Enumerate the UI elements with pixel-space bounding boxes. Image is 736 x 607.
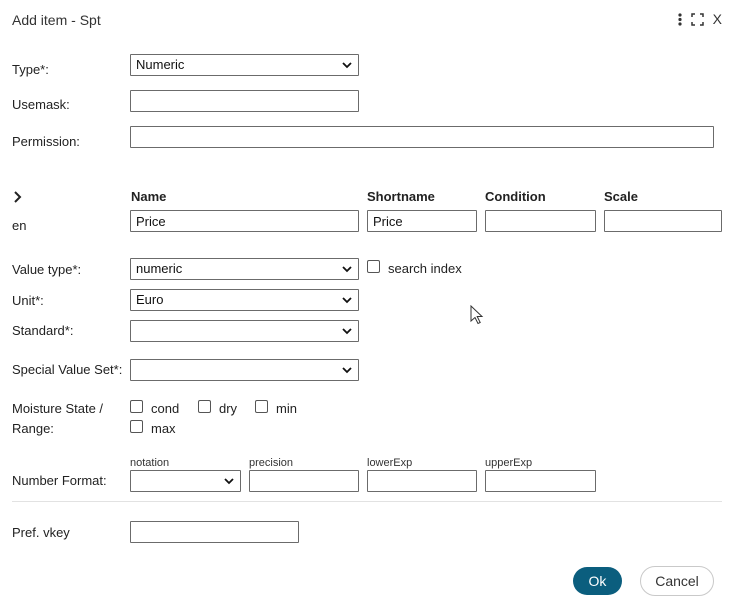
shortname-input[interactable] bbox=[367, 210, 477, 232]
more-vertical-icon[interactable] bbox=[678, 12, 682, 26]
upperexp-label: upperExp bbox=[485, 457, 533, 469]
permission-label: Permission: bbox=[12, 134, 80, 149]
notation-select[interactable] bbox=[130, 470, 241, 492]
unit-select[interactable]: Euro bbox=[130, 289, 359, 311]
value-type-select-value: numeric bbox=[136, 261, 183, 276]
chevron-down-icon bbox=[224, 478, 234, 485]
type-label: Type*: bbox=[12, 62, 49, 77]
moisture-label-line1: Moisture State / bbox=[12, 401, 104, 416]
standard-label: Standard*: bbox=[12, 323, 74, 338]
expand-chevron-icon[interactable] bbox=[13, 191, 23, 206]
standard-select[interactable] bbox=[130, 320, 359, 342]
pref-vkey-input[interactable] bbox=[130, 521, 299, 543]
moisture-min-checkbox[interactable] bbox=[255, 400, 268, 413]
lowerexp-input[interactable] bbox=[367, 470, 477, 492]
moisture-min-label: min bbox=[276, 401, 297, 416]
close-button[interactable]: X bbox=[713, 11, 722, 27]
permission-input[interactable] bbox=[130, 126, 714, 148]
search-index-checkbox[interactable] bbox=[367, 260, 380, 273]
upperexp-input[interactable] bbox=[485, 470, 596, 492]
col-header-scale: Scale bbox=[604, 189, 638, 204]
chevron-down-icon bbox=[342, 62, 352, 69]
scale-input[interactable] bbox=[604, 210, 722, 232]
lowerexp-label: lowerExp bbox=[367, 457, 413, 469]
language-code: en bbox=[12, 218, 27, 233]
header-actions: X bbox=[678, 11, 722, 27]
ok-button[interactable]: Ok bbox=[573, 567, 622, 595]
moisture-label-line2: Range: bbox=[12, 421, 54, 436]
moisture-max-checkbox[interactable] bbox=[130, 420, 143, 433]
divider bbox=[12, 501, 722, 502]
cancel-button[interactable]: Cancel bbox=[640, 566, 714, 596]
chevron-down-icon bbox=[342, 328, 352, 335]
moisture-cond-checkbox[interactable] bbox=[130, 400, 143, 413]
col-header-shortname: Shortname bbox=[367, 189, 435, 204]
precision-input[interactable] bbox=[249, 470, 359, 492]
value-type-select[interactable]: numeric bbox=[130, 258, 359, 280]
name-input[interactable] bbox=[130, 210, 359, 232]
col-header-name: Name bbox=[131, 189, 167, 204]
chevron-down-icon bbox=[342, 367, 352, 374]
notation-label: notation bbox=[130, 457, 170, 469]
moisture-dry-checkbox[interactable] bbox=[198, 400, 211, 413]
col-header-condition: Condition bbox=[485, 189, 546, 204]
dialog-title: Add item - Spt bbox=[12, 12, 101, 28]
type-select[interactable]: Numeric bbox=[130, 54, 359, 76]
special-value-set-select[interactable] bbox=[130, 359, 359, 381]
unit-label: Unit*: bbox=[12, 293, 44, 308]
unit-select-value: Euro bbox=[136, 292, 164, 307]
chevron-down-icon bbox=[342, 297, 352, 304]
value-type-label: Value type*: bbox=[12, 262, 82, 277]
moisture-dry-label: dry bbox=[219, 401, 238, 416]
usemask-input[interactable] bbox=[130, 90, 359, 112]
search-index-label: search index bbox=[388, 261, 462, 276]
special-value-set-label: Special Value Set*: bbox=[12, 362, 123, 377]
maximize-icon[interactable] bbox=[690, 12, 704, 26]
chevron-down-icon bbox=[342, 266, 352, 273]
condition-input[interactable] bbox=[485, 210, 596, 232]
precision-label: precision bbox=[249, 457, 294, 469]
pref-vkey-label: Pref. vkey bbox=[12, 525, 70, 540]
usemask-label: Usemask: bbox=[12, 97, 70, 112]
moisture-cond-label: cond bbox=[151, 401, 180, 416]
mouse-cursor-icon bbox=[470, 304, 484, 328]
type-select-value: Numeric bbox=[136, 57, 185, 72]
number-format-label: Number Format: bbox=[12, 473, 107, 488]
moisture-max-label: max bbox=[151, 421, 176, 436]
